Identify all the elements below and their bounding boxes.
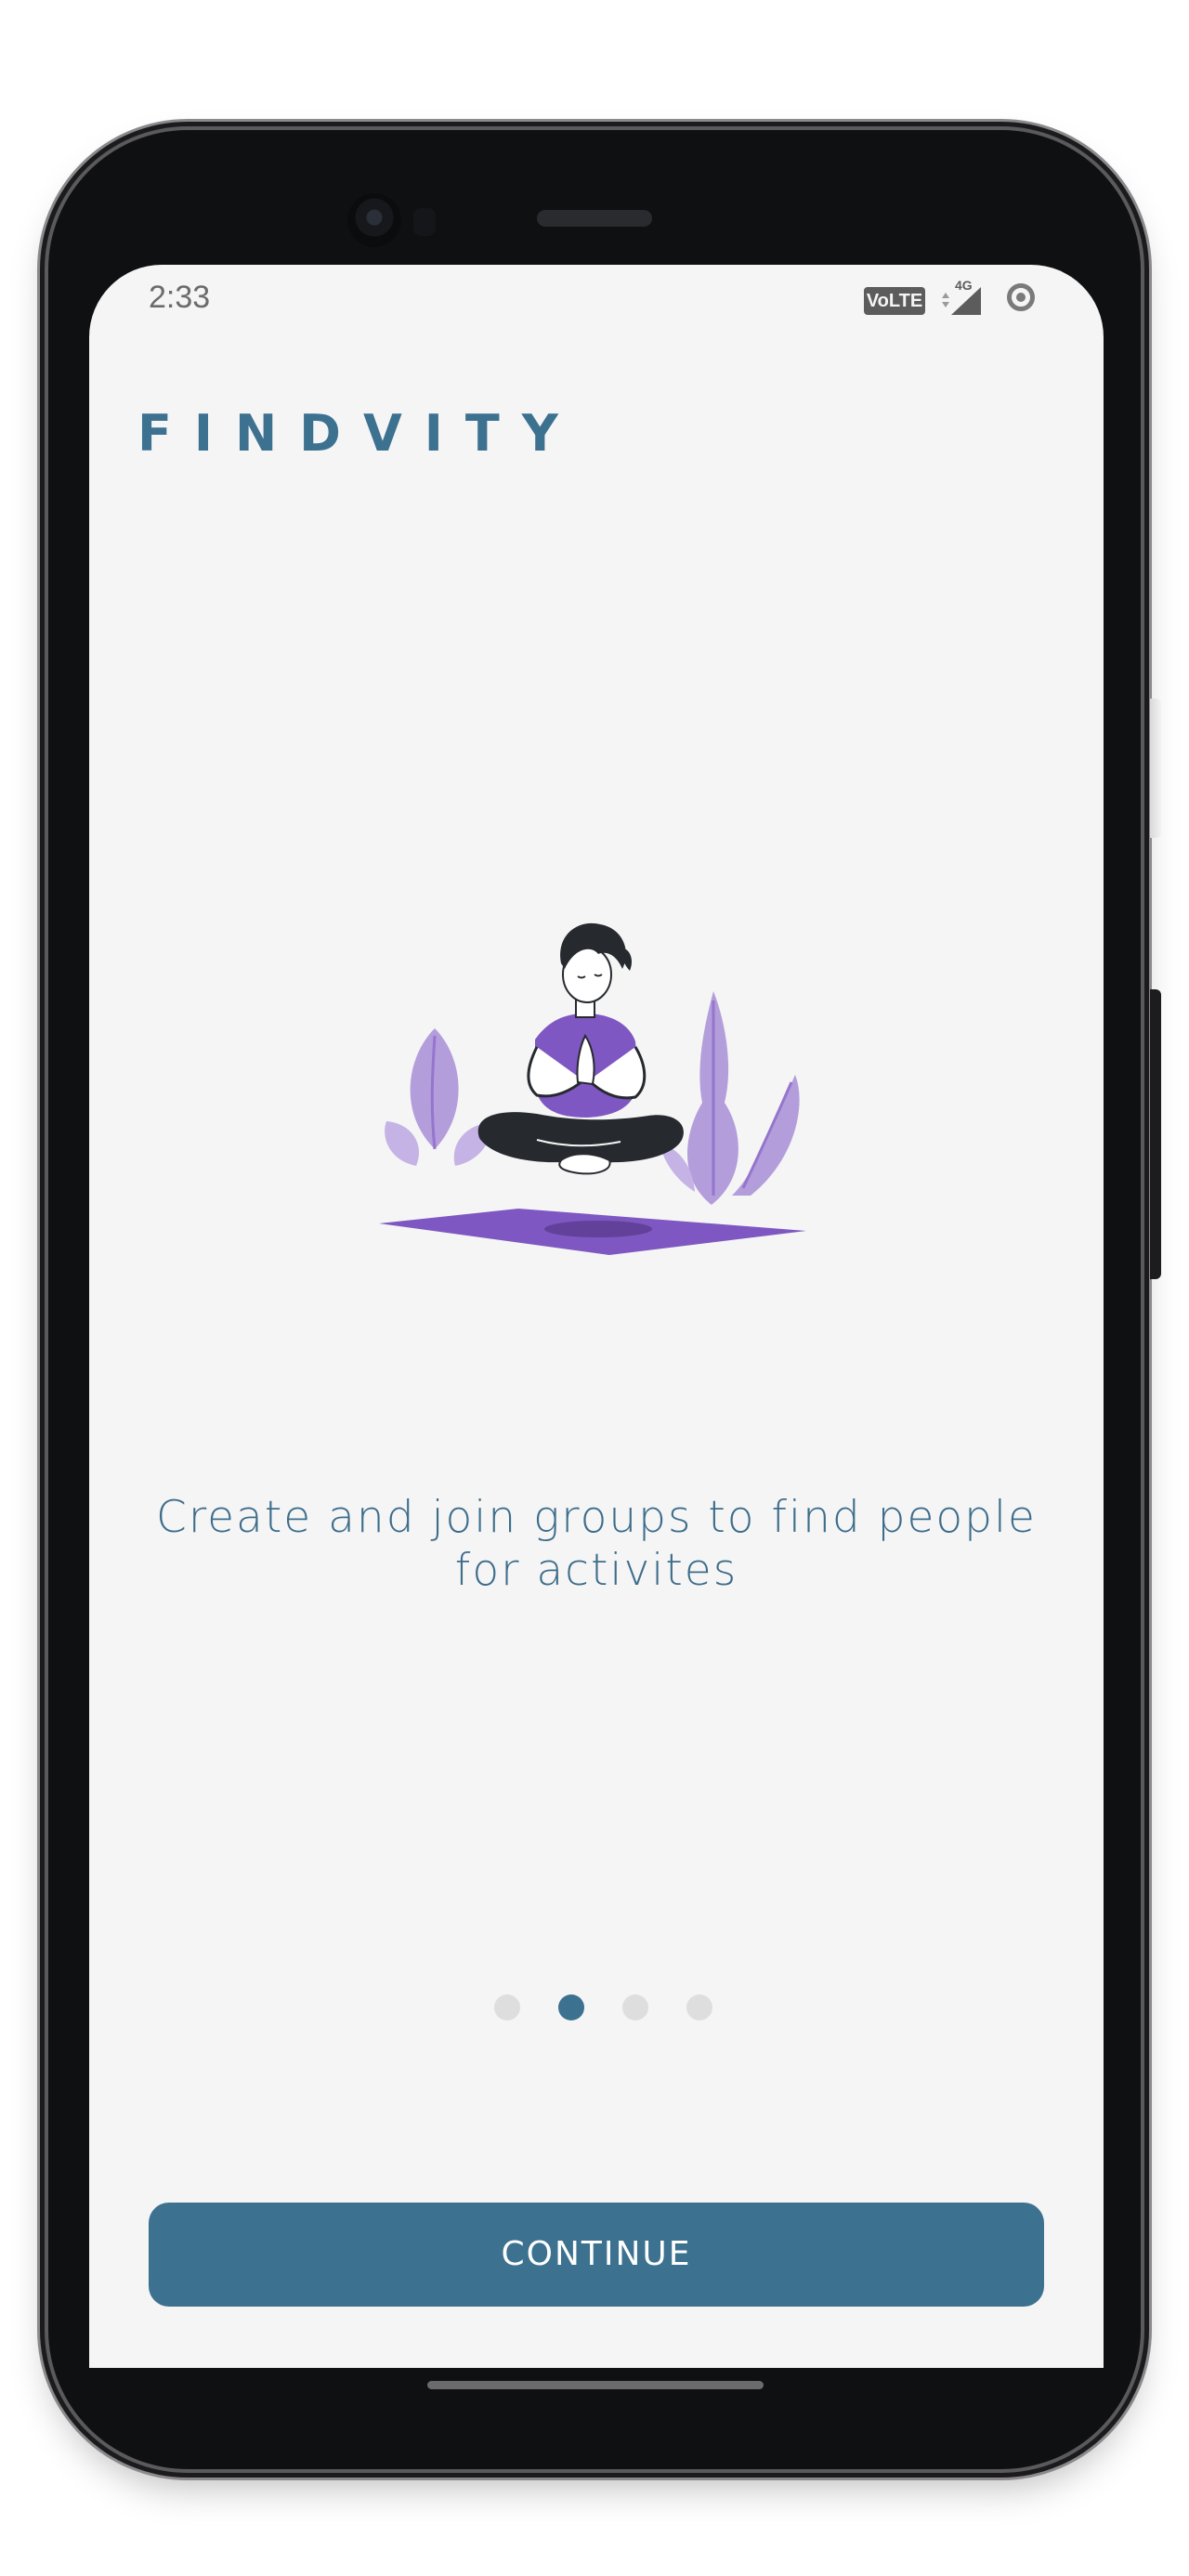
page-dot-4[interactable]: [686, 1994, 712, 2020]
screen: 2:33 VoLTE 4G FINDVITY Create and join g…: [89, 265, 1104, 2368]
page-indicator[interactable]: [89, 1994, 1104, 2022]
onboarding-caption: Create and join groups to find people fo…: [156, 1492, 1037, 1596]
power-button: [1150, 699, 1161, 838]
status-time: 2:33: [149, 280, 211, 315]
volte-badge: VoLTE: [864, 287, 925, 315]
meditating-person-illustration: [379, 922, 806, 1255]
front-camera: [347, 193, 401, 247]
network-type-label: 4G: [955, 278, 973, 293]
earpiece-speaker: [537, 210, 652, 227]
proximity-sensor: [413, 208, 436, 236]
status-bar: 2:33 VoLTE 4G: [89, 265, 1104, 330]
volume-button: [1150, 989, 1161, 1279]
page-dot-2[interactable]: [557, 1994, 584, 2020]
app-logo: FINDVITY: [137, 404, 581, 463]
page-dot-3[interactable]: [621, 1994, 648, 2020]
gesture-home-bar[interactable]: [427, 2381, 764, 2389]
screen-record-icon: [1007, 283, 1035, 311]
page-dot-1[interactable]: [493, 1994, 520, 2020]
continue-button[interactable]: CONTINUE: [149, 2203, 1044, 2307]
